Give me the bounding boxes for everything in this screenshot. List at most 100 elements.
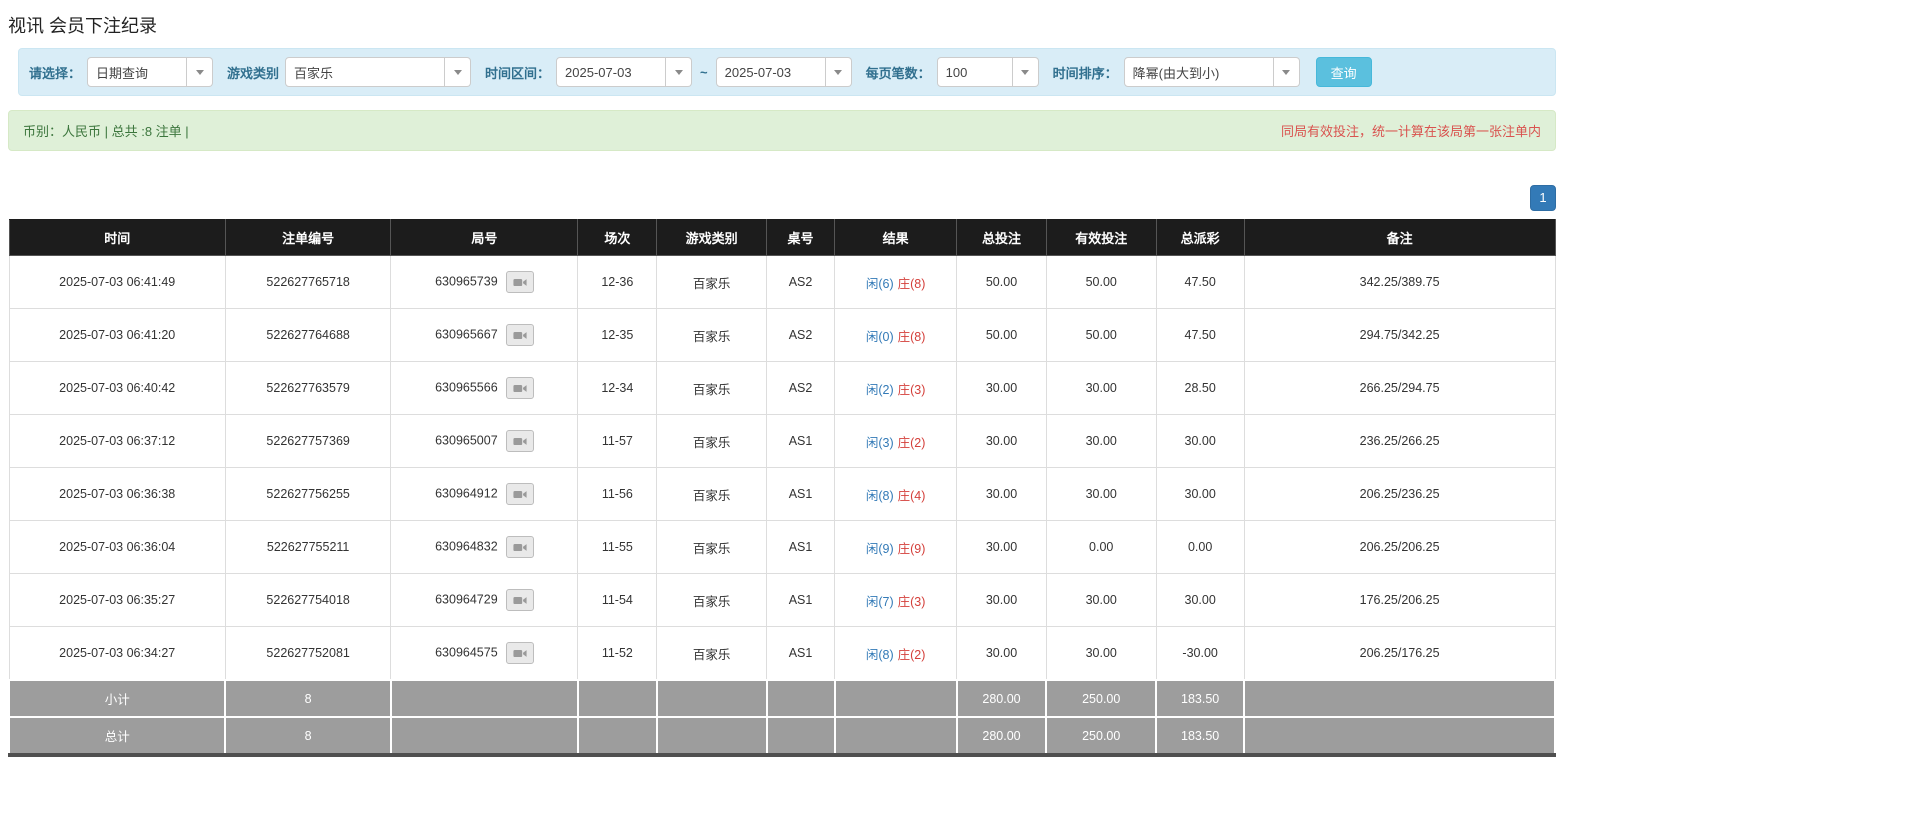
cell-round: 630964575 bbox=[391, 627, 578, 681]
select-label: 请选择： bbox=[29, 63, 81, 82]
cell-bet-id: 522627764688 bbox=[225, 309, 390, 362]
cell-result: 闲(8)庄(4) bbox=[835, 468, 957, 521]
header-table-no: 桌号 bbox=[767, 220, 835, 256]
cell-round: 630965739 bbox=[391, 256, 578, 309]
sort-input[interactable] bbox=[1124, 57, 1274, 87]
cell-valid-bet: 0.00 bbox=[1046, 521, 1156, 574]
cell-payout: 47.50 bbox=[1156, 309, 1244, 362]
chevron-down-icon bbox=[834, 70, 842, 75]
replay-video-button[interactable] bbox=[506, 536, 534, 558]
game-type-label: 游戏类别 bbox=[227, 63, 279, 82]
date-from-group bbox=[556, 57, 692, 87]
cell-total-bet[interactable]: 30.00 bbox=[957, 574, 1047, 627]
header-round: 局号 bbox=[391, 220, 578, 256]
cell-time: 2025-07-03 06:36:38 bbox=[9, 468, 225, 521]
per-page-label: 每页笔数： bbox=[866, 63, 931, 82]
search-button[interactable]: 查询 bbox=[1316, 57, 1372, 87]
page-content: 视讯 会员下注纪录 请选择： 游戏类别 时间区间： ~ 每页笔数： 时间排序： bbox=[8, 0, 1556, 757]
round-number: 630964729 bbox=[435, 592, 498, 606]
cell-valid-bet: 50.00 bbox=[1046, 309, 1156, 362]
cell-total-bet[interactable]: 30.00 bbox=[957, 627, 1047, 681]
cell-game: 百家乐 bbox=[657, 627, 767, 681]
cell-table-no: AS1 bbox=[767, 468, 835, 521]
cell-total-bet[interactable]: 50.00 bbox=[957, 256, 1047, 309]
date-to-input[interactable] bbox=[716, 57, 826, 87]
footer-cell-empty bbox=[767, 717, 835, 755]
header-payout: 总派彩 bbox=[1156, 220, 1244, 256]
query-type-group bbox=[87, 57, 213, 87]
cell-valid-bet: 30.00 bbox=[1046, 362, 1156, 415]
table-row: 2025-07-03 06:37:12 522627757369 6309650… bbox=[9, 415, 1555, 468]
result-banker: 庄(2) bbox=[898, 648, 926, 662]
cell-total-bet[interactable]: 30.00 bbox=[957, 521, 1047, 574]
cell-time: 2025-07-03 06:35:27 bbox=[9, 574, 225, 627]
table-row: 2025-07-03 06:40:42 522627763579 6309655… bbox=[9, 362, 1555, 415]
replay-video-button[interactable] bbox=[506, 589, 534, 611]
cell-round: 630964832 bbox=[391, 521, 578, 574]
result-player: 闲(8) bbox=[866, 648, 894, 662]
sort-dropdown-button[interactable] bbox=[1274, 57, 1300, 87]
replay-video-button[interactable] bbox=[506, 377, 534, 399]
summary-currency-count: 币别：人民币 | 总共 :8 注单 | bbox=[23, 121, 189, 140]
result-banker: 庄(4) bbox=[898, 489, 926, 503]
replay-video-button[interactable] bbox=[506, 483, 534, 505]
cell-valid-bet: 30.00 bbox=[1046, 415, 1156, 468]
cell-total-bet[interactable]: 50.00 bbox=[957, 309, 1047, 362]
cell-total-bet[interactable]: 30.00 bbox=[957, 362, 1047, 415]
page-title: 视讯 会员下注纪录 bbox=[8, 0, 1556, 48]
cell-payout: 30.00 bbox=[1156, 415, 1244, 468]
cell-remark: 342.25/389.75 bbox=[1244, 256, 1555, 309]
replay-video-button[interactable] bbox=[506, 271, 534, 293]
result-player: 闲(9) bbox=[866, 542, 894, 556]
cell-time: 2025-07-03 06:34:27 bbox=[9, 627, 225, 681]
query-type-input[interactable] bbox=[87, 57, 187, 87]
cell-remark: 294.75/342.25 bbox=[1244, 309, 1555, 362]
per-page-dropdown-button[interactable] bbox=[1013, 57, 1039, 87]
cell-session: 12-36 bbox=[578, 256, 657, 309]
page-1-button[interactable]: 1 bbox=[1530, 185, 1556, 211]
table-row: 2025-07-03 06:35:27 522627754018 6309647… bbox=[9, 574, 1555, 627]
round-number: 630965566 bbox=[435, 380, 498, 394]
header-bet-id: 注单编号 bbox=[225, 220, 390, 256]
cell-time: 2025-07-03 06:41:49 bbox=[9, 256, 225, 309]
cell-time: 2025-07-03 06:40:42 bbox=[9, 362, 225, 415]
result-player: 闲(3) bbox=[866, 436, 894, 450]
video-camera-icon bbox=[513, 542, 527, 553]
cell-total-bet[interactable]: 30.00 bbox=[957, 468, 1047, 521]
replay-video-button[interactable] bbox=[506, 642, 534, 664]
result-banker: 庄(3) bbox=[898, 595, 926, 609]
cell-result: 闲(6)庄(8) bbox=[835, 256, 957, 309]
result-banker: 庄(8) bbox=[898, 277, 926, 291]
date-from-input[interactable] bbox=[556, 57, 666, 87]
result-banker: 庄(8) bbox=[898, 330, 926, 344]
cell-remark: 176.25/206.25 bbox=[1244, 574, 1555, 627]
game-type-input[interactable] bbox=[285, 57, 445, 87]
video-camera-icon bbox=[513, 277, 527, 288]
subtotal-row: 小计 8 280.00 250.00 183.50 bbox=[9, 680, 1555, 717]
cell-game: 百家乐 bbox=[657, 362, 767, 415]
cell-payout: -30.00 bbox=[1156, 627, 1244, 681]
cell-bet-id: 522627756255 bbox=[225, 468, 390, 521]
per-page-input[interactable] bbox=[937, 57, 1013, 87]
cell-game: 百家乐 bbox=[657, 256, 767, 309]
query-type-dropdown-button[interactable] bbox=[187, 57, 213, 87]
cell-payout: 0.00 bbox=[1156, 521, 1244, 574]
total-valid-bet: 250.00 bbox=[1046, 717, 1156, 755]
total-label: 总计 bbox=[9, 717, 225, 755]
summary-bar: 币别：人民币 | 总共 :8 注单 | 同局有效投注，统一计算在该局第一张注单内 bbox=[8, 110, 1556, 151]
cell-game: 百家乐 bbox=[657, 309, 767, 362]
result-player: 闲(0) bbox=[866, 330, 894, 344]
table-row: 2025-07-03 06:41:49 522627765718 6309657… bbox=[9, 256, 1555, 309]
cell-payout: 30.00 bbox=[1156, 574, 1244, 627]
date-to-dropdown-button[interactable] bbox=[826, 57, 852, 87]
cell-table-no: AS1 bbox=[767, 627, 835, 681]
replay-video-button[interactable] bbox=[506, 430, 534, 452]
replay-video-button[interactable] bbox=[506, 324, 534, 346]
date-from-dropdown-button[interactable] bbox=[666, 57, 692, 87]
cell-session: 11-54 bbox=[578, 574, 657, 627]
cell-total-bet[interactable]: 30.00 bbox=[957, 415, 1047, 468]
cell-payout: 47.50 bbox=[1156, 256, 1244, 309]
table-footer: 小计 8 280.00 250.00 183.50 总计 8 bbox=[9, 680, 1555, 755]
game-type-dropdown-button[interactable] bbox=[445, 57, 471, 87]
footer-cell-empty bbox=[1244, 717, 1555, 755]
